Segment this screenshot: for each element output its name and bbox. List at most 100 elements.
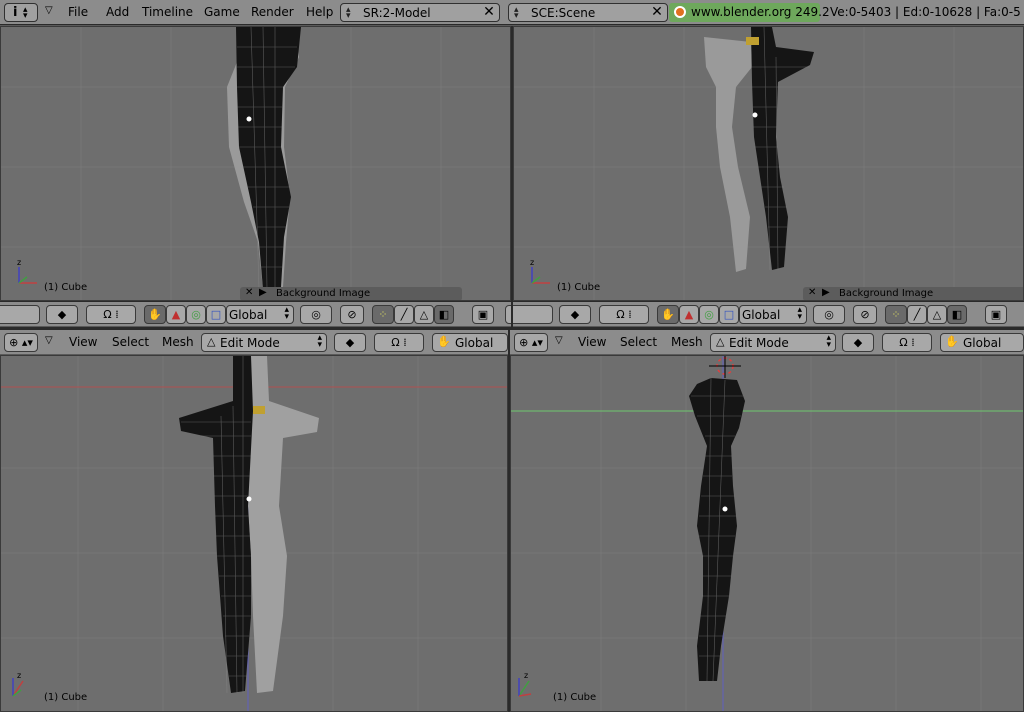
header-collapse-icon[interactable]: ▽ — [45, 335, 53, 346]
info-header: i ▴ ▾ ▽ File Add Timeline Game Render Hel… — [0, 0, 1024, 25]
background-image-panel[interactable]: ✕ ▶ Background Image — [240, 287, 462, 300]
svg-text:z: z — [17, 671, 21, 680]
axis-gizmo: z — [17, 258, 37, 284]
close-icon[interactable]: ✕ — [649, 5, 665, 20]
toolbar-bottom-left: ⊕ ▴▾ ▽ View Select Mesh △ Edit Mode ▴ ▾ ◆… — [0, 329, 508, 354]
manipulator-hand-icon[interactable]: ✋ — [657, 305, 679, 324]
occlude-icon[interactable]: ◧ — [947, 305, 967, 324]
manipulator-hand-icon[interactable]: ✋ — [144, 305, 166, 324]
rotate-icon[interactable]: ◎ — [699, 305, 719, 324]
menu-view[interactable]: View — [69, 335, 97, 349]
orientation-select[interactable]: Global ▴ ▾ — [226, 305, 294, 324]
svg-text:z: z — [530, 258, 534, 267]
occlude-icon[interactable]: ◧ — [434, 305, 454, 324]
hand-icon: ✋ — [945, 335, 959, 348]
viewport-top-right[interactable]: z (1) Cube ✕ ▶ Background Image — [513, 26, 1024, 301]
menu-select[interactable]: Select — [112, 335, 149, 349]
pivot-icon[interactable]: Ω ⁞ — [86, 305, 136, 324]
snap-icon[interactable]: ⊘ — [853, 305, 877, 324]
scale-icon[interactable]: □ — [206, 305, 226, 324]
hand-icon: ✋ — [437, 335, 451, 348]
render-icon[interactable]: ▣ — [985, 305, 1007, 324]
viewport-divider-vertical-top[interactable] — [511, 26, 513, 328]
rotate-icon[interactable]: ◎ — [186, 305, 206, 324]
snap-icon[interactable]: ⊘ — [340, 305, 364, 324]
draw-type-icon[interactable]: ◆ — [842, 333, 874, 352]
orientation-select[interactable]: ✋ Global — [432, 333, 508, 352]
axis-gizmo: z — [530, 258, 550, 284]
info-icon[interactable]: i ▴ ▾ — [4, 3, 38, 22]
close-icon[interactable]: ✕ — [245, 287, 253, 298]
header-collapse-icon[interactable]: ▽ — [45, 5, 53, 16]
updown-icon: ▴ ▾ — [317, 333, 322, 350]
mesh-figure[interactable] — [227, 27, 301, 290]
object-mode-icon[interactable]: ◆ — [46, 305, 78, 324]
menu-select[interactable]: Select — [620, 335, 657, 349]
url-link[interactable]: www.blender.org 249.2 — [669, 3, 830, 22]
menu-add[interactable]: Add — [106, 5, 129, 19]
object-label: (1) Cube — [553, 692, 597, 703]
menu-timeline[interactable]: Timeline — [142, 5, 193, 19]
pivot-icon[interactable]: Ω ⁞ — [374, 333, 424, 352]
toolbar-top-left: ◆ Ω ⁞ ✋ ▲ ◎ □ Global ▴ ▾ ◎ ⊘ ⁘ ╱ △ ◧ ▣ — [0, 301, 511, 326]
toolbar-top-right: ◆ Ω ⁞ ✋ ▲ ◎ □ Global ▴ ▾ ◎ ⊘ ⁘ ╱ △ ◧ ▣ — [505, 301, 1024, 326]
blender-logo-icon — [674, 6, 686, 18]
close-icon[interactable]: ✕ — [481, 5, 497, 20]
window-type-button[interactable]: ⊕ ▴▾ — [4, 333, 38, 352]
play-icon[interactable]: ▶ — [822, 287, 830, 298]
menu-game[interactable]: Game — [204, 5, 240, 19]
orientation-select[interactable]: ✋ Global — [940, 333, 1024, 352]
background-image-panel[interactable]: ✕ ▶ Background Image — [803, 287, 1023, 300]
mode-select[interactable]: △ Edit Mode ▴ ▾ — [710, 333, 836, 352]
edge-select-icon[interactable]: ╱ — [394, 305, 414, 324]
viewport-divider-vertical-bottom[interactable] — [508, 329, 510, 712]
viewport-divider-horizontal[interactable] — [0, 327, 1024, 329]
viewport-bottom-left[interactable]: z (1) Cube — [0, 355, 508, 712]
mesh-figure[interactable] — [704, 27, 814, 272]
header-collapse-icon[interactable]: ▽ — [555, 335, 563, 346]
svg-text:z: z — [524, 671, 528, 680]
svg-text:z: z — [17, 258, 21, 267]
menu-render[interactable]: Render — [251, 5, 294, 19]
updown-icon: ▴ ▾ — [797, 305, 802, 322]
pivot-icon[interactable]: Ω ⁞ — [882, 333, 932, 352]
axis-gizmo: z — [518, 671, 532, 697]
proportional-edit-icon[interactable]: ◎ — [813, 305, 845, 324]
proportional-edit-icon[interactable]: ◎ — [300, 305, 332, 324]
updown-icon: ▴ ▾ — [284, 305, 289, 322]
viewport-bottom-right[interactable]: z (1) Cube — [510, 355, 1024, 712]
render-icon[interactable]: ▣ — [472, 305, 494, 324]
menu-mesh[interactable]: Mesh — [162, 335, 194, 349]
edge-select-icon[interactable]: ╱ — [907, 305, 927, 324]
mode-select[interactable]: △ Edit Mode ▴ ▾ — [201, 333, 327, 352]
draw-type-icon[interactable]: ◆ — [334, 333, 366, 352]
viewport-top-left[interactable]: z (1) Cube ✕ ▶ Background Image — [0, 26, 511, 301]
face-select-icon[interactable]: △ — [927, 305, 947, 324]
translate-icon[interactable]: ▲ — [679, 305, 699, 324]
pivot-icon[interactable]: Ω ⁞ — [599, 305, 649, 324]
vertex-select-icon[interactable]: ⁘ — [372, 305, 394, 324]
mesh-stats: Ve:0-5403 | Ed:0-10628 | Fa:0-5 — [830, 5, 1021, 19]
window-type-button[interactable] — [0, 305, 40, 324]
face-select-icon[interactable]: △ — [414, 305, 434, 324]
3d-cursor — [709, 356, 741, 378]
mesh-figure[interactable] — [179, 356, 319, 694]
object-mode-icon[interactable]: ◆ — [559, 305, 591, 324]
play-icon[interactable]: ▶ — [259, 287, 267, 298]
screen-selector[interactable]: ▴ ▾ SR:2-Model ✕ — [340, 3, 500, 22]
scene-selector[interactable]: ▴ ▾ SCE:Scene ✕ — [508, 3, 668, 22]
close-icon[interactable]: ✕ — [808, 287, 816, 298]
mesh-figure[interactable] — [689, 377, 745, 682]
viewport-grid: z — [1, 27, 510, 300]
window-type-button[interactable]: ⊕ ▴▾ — [514, 333, 548, 352]
menu-file[interactable]: File — [68, 5, 88, 19]
object-label: (1) Cube — [44, 692, 88, 703]
menu-mesh[interactable]: Mesh — [671, 335, 703, 349]
scale-icon[interactable]: □ — [719, 305, 739, 324]
menu-view[interactable]: View — [578, 335, 606, 349]
menu-help[interactable]: Help — [306, 5, 333, 19]
translate-icon[interactable]: ▲ — [166, 305, 186, 324]
vertex-select-icon[interactable]: ⁘ — [885, 305, 907, 324]
updown-icon: ▴ ▾ — [346, 5, 351, 21]
orientation-select[interactable]: Global ▴ ▾ — [739, 305, 807, 324]
